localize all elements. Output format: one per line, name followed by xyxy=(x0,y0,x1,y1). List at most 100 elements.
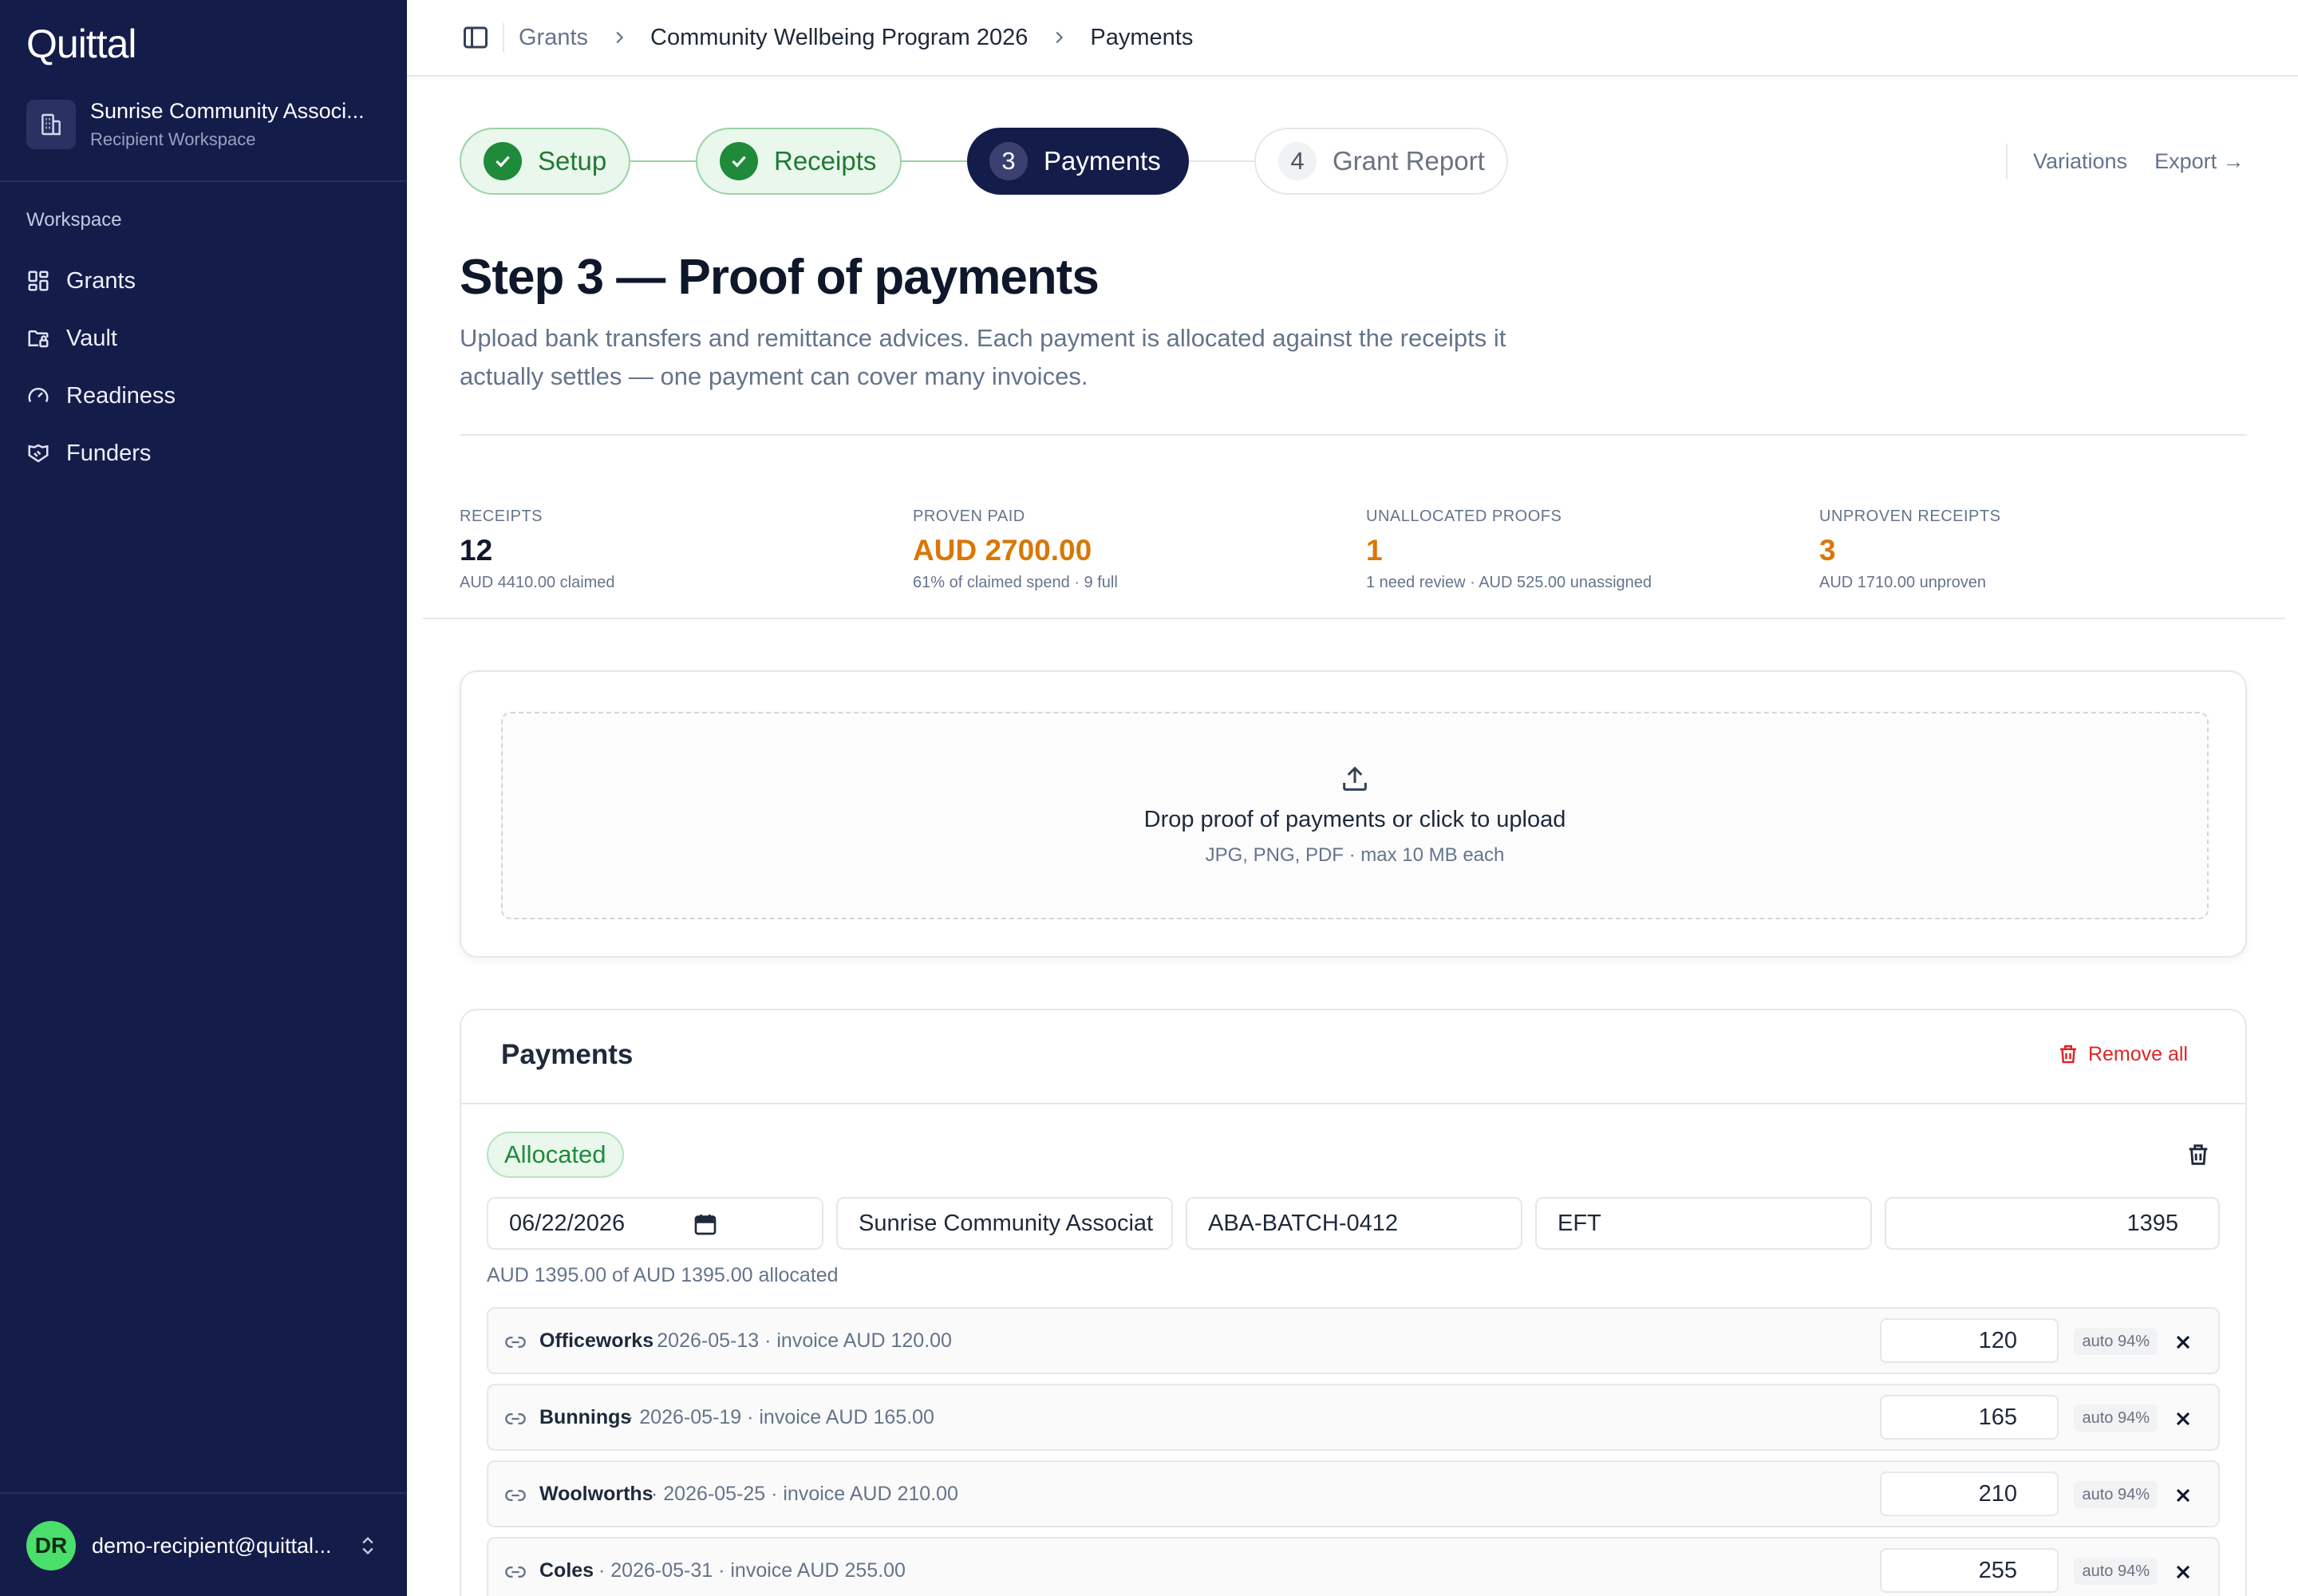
sidebar-item-readiness[interactable]: Readiness xyxy=(26,367,385,425)
allocation-amount: 210 xyxy=(1978,1480,2017,1507)
allocation-vendor: Bunnings xyxy=(539,1406,632,1428)
step-label: Grant Report xyxy=(1333,146,1485,176)
divider xyxy=(423,618,2285,619)
allocation-list: Officeworks · 2026-05-13 · invoice AUD 1… xyxy=(487,1307,2220,1596)
allocation-summary: AUD 1395.00 of AUD 1395.00 allocated xyxy=(487,1264,839,1286)
sidebar-divider xyxy=(0,180,407,182)
match-confidence-badge: auto 94% xyxy=(2074,1328,2158,1355)
stat-value: 12 xyxy=(460,534,493,567)
logo-text: Quittal xyxy=(26,22,137,66)
sidebar-toggle-icon[interactable] xyxy=(461,23,490,52)
payment-date-input[interactable]: 06/22/2026 xyxy=(487,1197,823,1250)
allocation-amount-input[interactable]: 120 xyxy=(1880,1318,2059,1363)
page-actions: Variations Export → xyxy=(2006,144,2272,179)
close-icon[interactable] xyxy=(2172,1331,2194,1353)
topbar: Grants Community Wellbeing Program 2026 … xyxy=(407,0,2298,77)
allocation-row: Bunnings · 2026-05-19 · invoice AUD 165.… xyxy=(487,1384,2220,1451)
building-icon xyxy=(26,100,76,149)
handshake-icon xyxy=(28,444,49,463)
step-connector xyxy=(902,160,967,162)
stat-label: PROVEN PAID xyxy=(913,508,1025,525)
calendar-icon[interactable] xyxy=(693,1211,718,1237)
allocation-amount-input[interactable]: 255 xyxy=(1880,1548,2059,1593)
step-connector xyxy=(1189,160,1254,162)
allocation-amount-input[interactable]: 165 xyxy=(1880,1395,2059,1440)
sidebar-section-label: Workspace xyxy=(26,209,122,231)
chevron-right-icon xyxy=(1056,31,1064,44)
stat-value: 1 xyxy=(1366,534,1383,567)
stat-label: UNALLOCATED PROOFS xyxy=(1366,508,1562,525)
remove-all-button[interactable]: Remove all xyxy=(2056,1042,2188,1066)
check-icon xyxy=(484,142,522,180)
stat-unallocated-proofs: UNALLOCATED PROOFS 1 1 need review · AUD… xyxy=(1366,508,1813,592)
upload-icon xyxy=(1343,766,1367,791)
page-description: Upload bank transfers and remittance adv… xyxy=(460,324,1506,390)
divider xyxy=(503,23,504,52)
sidebar-item-grants[interactable]: Grants xyxy=(26,252,385,310)
reference-input[interactable]: ABA-BATCH-0412 xyxy=(1186,1197,1522,1250)
app-logo[interactable]: Quittal xyxy=(26,21,137,67)
allocation-amount: 120 xyxy=(1978,1327,2017,1353)
stat-sub: 1 need review · AUD 525.00 unassigned xyxy=(1366,574,1652,591)
stat-sub: AUD 4410.00 claimed xyxy=(460,574,615,591)
match-confidence-badge: auto 94% xyxy=(2074,1481,2158,1508)
org-name: Sunrise Community Associ... xyxy=(90,99,365,123)
amount-value: 1395 xyxy=(2126,1210,2178,1236)
grid-icon xyxy=(28,271,49,291)
stat-label: UNPROVEN RECEIPTS xyxy=(1819,508,2001,525)
variations-link[interactable]: Variations xyxy=(2033,149,2127,174)
allocation-amount: 165 xyxy=(1978,1404,2017,1430)
trash-icon xyxy=(2059,1045,2076,1064)
sidebar-item-vault[interactable]: Vault xyxy=(26,310,385,367)
step-label: Receipts xyxy=(774,146,877,176)
payer-value: Sunrise Community Associat xyxy=(859,1210,1154,1236)
sidebar-item-label: Vault xyxy=(66,325,117,351)
payer-input[interactable]: Sunrise Community Associat xyxy=(836,1197,1173,1250)
allocation-amount-input[interactable]: 210 xyxy=(1880,1472,2059,1516)
allocation-meta: · 2026-05-19 · invoice AUD 165.00 xyxy=(627,1406,934,1428)
stat-label: RECEIPTS xyxy=(460,508,543,525)
method-value: EFT xyxy=(1558,1210,1601,1236)
allocation-amount: 255 xyxy=(1978,1557,2017,1583)
user-menu[interactable]: DR demo-recipient@quittal... xyxy=(26,1521,385,1570)
method-input[interactable]: EFT xyxy=(1535,1197,1872,1250)
close-icon[interactable] xyxy=(2172,1484,2194,1507)
divider xyxy=(460,434,2247,436)
allocation-meta: · 2026-05-13 · invoice AUD 120.00 xyxy=(645,1329,952,1352)
breadcrumb-grants[interactable]: Grants xyxy=(519,25,588,51)
sidebar-item-funders[interactable]: Funders xyxy=(26,425,385,482)
allocation-vendor: Woolworths xyxy=(539,1483,653,1505)
step-payments[interactable]: 3 Payments xyxy=(967,128,1189,195)
sidebar-divider xyxy=(0,1492,407,1494)
org-subtitle: Recipient Workspace xyxy=(90,129,256,149)
stat-value: 3 xyxy=(1819,534,1836,567)
stat-sub: AUD 1710.00 unproven xyxy=(1819,574,1987,591)
upload-title: Drop proof of payments or click to uploa… xyxy=(1143,807,1566,832)
close-icon[interactable] xyxy=(2172,1408,2194,1430)
sidebar-item-label: Funders xyxy=(66,440,152,466)
sidebar-nav: Grants Vault Readiness Funders xyxy=(26,252,385,482)
org-switcher[interactable]: Sunrise Community Associ... Recipient Wo… xyxy=(26,97,385,152)
delete-payment-icon[interactable] xyxy=(2185,1141,2212,1168)
vault-icon xyxy=(28,330,49,348)
date-value: 06/22/2026 xyxy=(509,1210,626,1236)
link-icon xyxy=(505,1413,526,1424)
step-grant-report[interactable]: 4 Grant Report xyxy=(1254,128,1508,195)
step-setup[interactable]: Setup xyxy=(460,128,630,195)
step-receipts[interactable]: Receipts xyxy=(696,128,902,195)
close-icon[interactable] xyxy=(2172,1561,2194,1583)
export-link[interactable]: Export → xyxy=(2154,149,2245,174)
upload-dropzone[interactable]: Drop proof of payments or click to uploa… xyxy=(501,712,2209,919)
amount-input[interactable]: 1395 xyxy=(1885,1197,2220,1250)
reference-value: ABA-BATCH-0412 xyxy=(1208,1210,1398,1236)
payments-header: Payments Remove all xyxy=(461,1010,2245,1104)
breadcrumb-program[interactable]: Community Wellbeing Program 2026 xyxy=(650,25,1028,51)
step-number: 3 xyxy=(989,142,1028,180)
user-email: demo-recipient@quittal... xyxy=(92,1533,332,1558)
step-label: Setup xyxy=(538,146,607,176)
payments-title: Payments xyxy=(501,1039,634,1070)
chevron-right-icon xyxy=(616,31,624,44)
chevron-up-down-icon xyxy=(362,1537,373,1555)
payments-card: Payments Remove all Allocated 06/22/2026… xyxy=(460,1009,2247,1596)
stat-unproven-receipts: UNPROVEN RECEIPTS 3 AUD 1710.00 unproven xyxy=(1819,508,2266,592)
